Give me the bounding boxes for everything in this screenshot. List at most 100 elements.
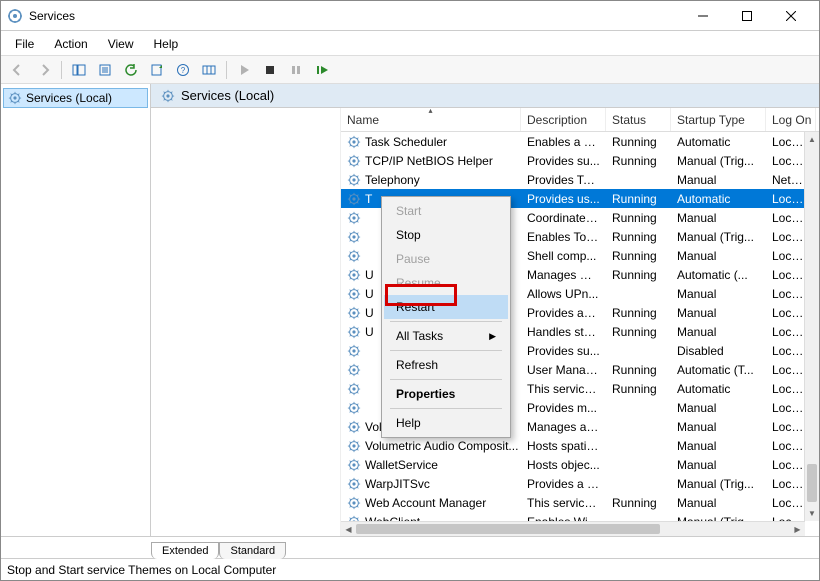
table-row[interactable]: WalletServiceHosts objec...ManualLocal S… bbox=[341, 455, 819, 474]
toolbar-separator bbox=[61, 61, 62, 79]
gear-icon bbox=[347, 268, 361, 282]
service-status: Running bbox=[606, 135, 671, 149]
col-logon[interactable]: Log On bbox=[766, 108, 816, 131]
gear-icon bbox=[347, 325, 361, 339]
ctx-start[interactable]: Start bbox=[384, 199, 508, 223]
horizontal-scrollbar[interactable]: ◀ ▶ bbox=[341, 521, 805, 536]
tab-extended[interactable]: Extended bbox=[151, 542, 219, 559]
ctx-stop[interactable]: Stop bbox=[384, 223, 508, 247]
service-description: Manages an... bbox=[521, 420, 606, 434]
service-description: Provides m... bbox=[521, 401, 606, 415]
scroll-down-icon[interactable]: ▼ bbox=[805, 506, 819, 521]
table-row[interactable]: WarpJITSvcProvides a JI...Manual (Trig..… bbox=[341, 474, 819, 493]
service-status: Running bbox=[606, 496, 671, 510]
gear-icon bbox=[347, 477, 361, 491]
ctx-properties[interactable]: Properties bbox=[384, 382, 508, 406]
view-tabs: Extended Standard bbox=[1, 536, 819, 558]
service-description: Enables Tou... bbox=[521, 230, 606, 244]
console-tree: Services (Local) bbox=[1, 84, 151, 536]
stop-service-button[interactable] bbox=[259, 59, 281, 81]
ctx-pause[interactable]: Pause bbox=[384, 247, 508, 271]
ctx-resume[interactable]: Resume bbox=[384, 271, 508, 295]
services-app-icon bbox=[7, 8, 23, 24]
menu-action[interactable]: Action bbox=[46, 35, 95, 53]
ctx-help[interactable]: Help bbox=[384, 411, 508, 435]
scroll-right-icon[interactable]: ▶ bbox=[790, 522, 805, 536]
scrollbar-thumb[interactable] bbox=[807, 464, 817, 502]
col-name[interactable]: ▴ Name bbox=[341, 108, 521, 131]
scroll-up-icon[interactable]: ▲ bbox=[805, 132, 819, 147]
service-startup: Manual (Trig... bbox=[671, 477, 766, 491]
service-name: TCP/IP NetBIOS Helper bbox=[365, 154, 493, 168]
gear-icon bbox=[8, 91, 22, 105]
ctx-refresh[interactable]: Refresh bbox=[384, 353, 508, 377]
service-startup: Automatic bbox=[671, 382, 766, 396]
maximize-button[interactable] bbox=[731, 6, 763, 26]
titlebar: Services bbox=[1, 1, 819, 31]
refresh-button[interactable] bbox=[120, 59, 142, 81]
columns-button[interactable] bbox=[198, 59, 220, 81]
service-startup: Manual (Trig... bbox=[671, 230, 766, 244]
service-startup: Automatic (T... bbox=[671, 363, 766, 377]
service-description: Provides su... bbox=[521, 344, 606, 358]
service-name: Task Scheduler bbox=[365, 135, 447, 149]
service-startup: Manual bbox=[671, 458, 766, 472]
gear-icon bbox=[347, 154, 361, 168]
pane-title: Services (Local) bbox=[181, 88, 274, 103]
properties-button[interactable] bbox=[94, 59, 116, 81]
ctx-all-tasks[interactable]: All Tasks ▶ bbox=[384, 324, 508, 348]
service-description: This service ... bbox=[521, 382, 606, 396]
gear-icon bbox=[347, 363, 361, 377]
service-status: Running bbox=[606, 382, 671, 396]
service-description: Provides Tel... bbox=[521, 173, 606, 187]
gear-icon bbox=[347, 439, 361, 453]
table-row[interactable]: Task SchedulerEnables a us...RunningAuto… bbox=[341, 132, 819, 151]
table-row[interactable]: TCP/IP NetBIOS HelperProvides su...Runni… bbox=[341, 151, 819, 170]
col-startup[interactable]: Startup Type bbox=[671, 108, 766, 131]
statusbar: Stop and Start service Themes on Local C… bbox=[1, 558, 819, 580]
scroll-left-icon[interactable]: ◀ bbox=[341, 522, 356, 536]
chevron-right-icon: ▶ bbox=[489, 331, 496, 342]
nav-back-button[interactable] bbox=[7, 59, 29, 81]
ctx-separator bbox=[390, 379, 502, 380]
col-status[interactable]: Status bbox=[606, 108, 671, 131]
show-hide-tree-button[interactable] bbox=[68, 59, 90, 81]
service-status: Running bbox=[606, 230, 671, 244]
svg-text:?: ? bbox=[181, 66, 186, 75]
service-status: Running bbox=[606, 211, 671, 225]
table-row[interactable]: TelephonyProvides Tel...ManualNetwork bbox=[341, 170, 819, 189]
service-startup: Manual bbox=[671, 306, 766, 320]
service-startup: Manual bbox=[671, 325, 766, 339]
minimize-button[interactable] bbox=[687, 6, 719, 26]
vertical-scrollbar[interactable]: ▲ ▼ bbox=[804, 132, 819, 521]
gear-icon bbox=[347, 306, 361, 320]
service-description: Coordinates... bbox=[521, 211, 606, 225]
menu-help[interactable]: Help bbox=[146, 35, 187, 53]
service-description: Provides us... bbox=[521, 192, 606, 206]
service-description: Hosts spatia... bbox=[521, 439, 606, 453]
gear-icon bbox=[347, 420, 361, 434]
close-button[interactable] bbox=[775, 6, 807, 26]
ctx-restart[interactable]: Restart bbox=[384, 295, 508, 319]
service-name: U bbox=[365, 287, 374, 301]
service-status: Running bbox=[606, 325, 671, 339]
service-name: WalletService bbox=[365, 458, 438, 472]
tree-node-services-local[interactable]: Services (Local) bbox=[3, 88, 148, 108]
scrollbar-thumb[interactable] bbox=[356, 524, 660, 534]
service-description: Provides ap... bbox=[521, 306, 606, 320]
table-row[interactable]: Web Account ManagerThis service ...Runni… bbox=[341, 493, 819, 512]
help-button[interactable]: ? bbox=[172, 59, 194, 81]
menu-file[interactable]: File bbox=[7, 35, 42, 53]
menu-view[interactable]: View bbox=[100, 35, 142, 53]
col-description[interactable]: Description bbox=[521, 108, 606, 131]
service-name: Web Account Manager bbox=[365, 496, 486, 510]
table-row[interactable]: Volumetric Audio Composit...Hosts spatia… bbox=[341, 436, 819, 455]
export-button[interactable] bbox=[146, 59, 168, 81]
restart-service-button[interactable] bbox=[311, 59, 333, 81]
nav-forward-button[interactable] bbox=[33, 59, 55, 81]
pause-service-button[interactable] bbox=[285, 59, 307, 81]
tab-standard[interactable]: Standard bbox=[219, 542, 286, 559]
start-service-button[interactable] bbox=[233, 59, 255, 81]
tree-label: Services (Local) bbox=[26, 91, 112, 105]
service-description: Hosts objec... bbox=[521, 458, 606, 472]
